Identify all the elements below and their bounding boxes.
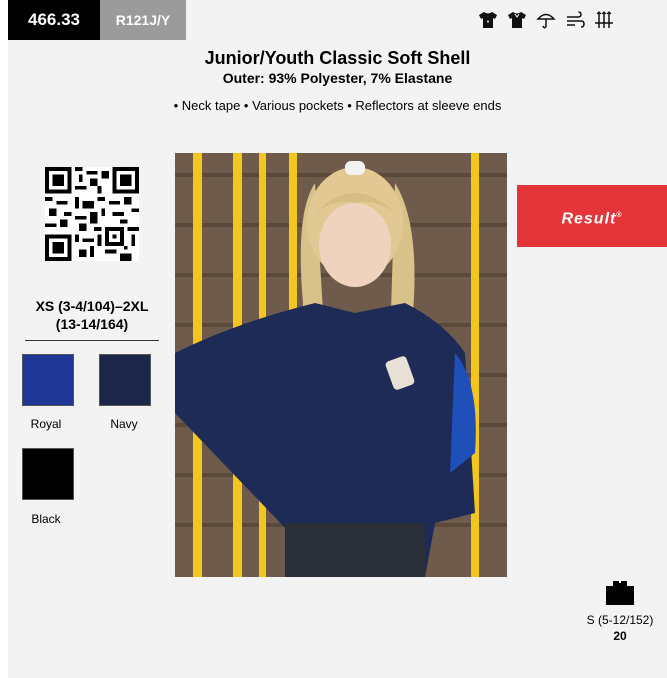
color-label-royal: Royal	[30, 417, 62, 431]
color-swatch-black[interactable]	[22, 448, 74, 500]
brand-logo: Result®	[517, 185, 667, 247]
style-code: R121J/Y	[100, 0, 186, 40]
brand-logo-text: Result	[561, 210, 617, 228]
package-icon	[605, 580, 635, 606]
size-range-line-2: (13-14/164)	[55, 316, 129, 332]
water-repellent-icon	[536, 10, 556, 30]
product-title: Junior/Youth Classic Soft Shell	[204, 48, 471, 68]
size-range-line-1: XS (3-4/104)–2XL	[35, 298, 149, 314]
product-features: • Neck tape • Various pockets • Reflecto…	[173, 98, 502, 113]
packaging-size: S (5-12/152)	[586, 613, 654, 627]
windproof-icon	[565, 10, 585, 30]
qr-code-icon	[45, 167, 139, 261]
color-label-navy: Navy	[110, 417, 138, 431]
care-icons: •	[478, 10, 614, 32]
color-swatch-navy[interactable]	[99, 354, 151, 406]
tshirt-outline-icon	[507, 10, 527, 30]
size-range: XS (3-4/104)–2XL (13-14/164)	[25, 297, 159, 333]
divider	[25, 340, 159, 341]
article-number: 466.33	[8, 0, 100, 40]
packaging-quantity: 20	[613, 629, 627, 643]
breathable-icon	[594, 10, 614, 30]
product-material: Outer: 93% Polyester, 7% Elastane	[222, 70, 453, 86]
product-photo	[175, 153, 507, 577]
color-swatch-royal[interactable]	[22, 354, 74, 406]
color-label-black: Black	[31, 512, 61, 526]
tshirt-icon: •	[478, 10, 498, 30]
